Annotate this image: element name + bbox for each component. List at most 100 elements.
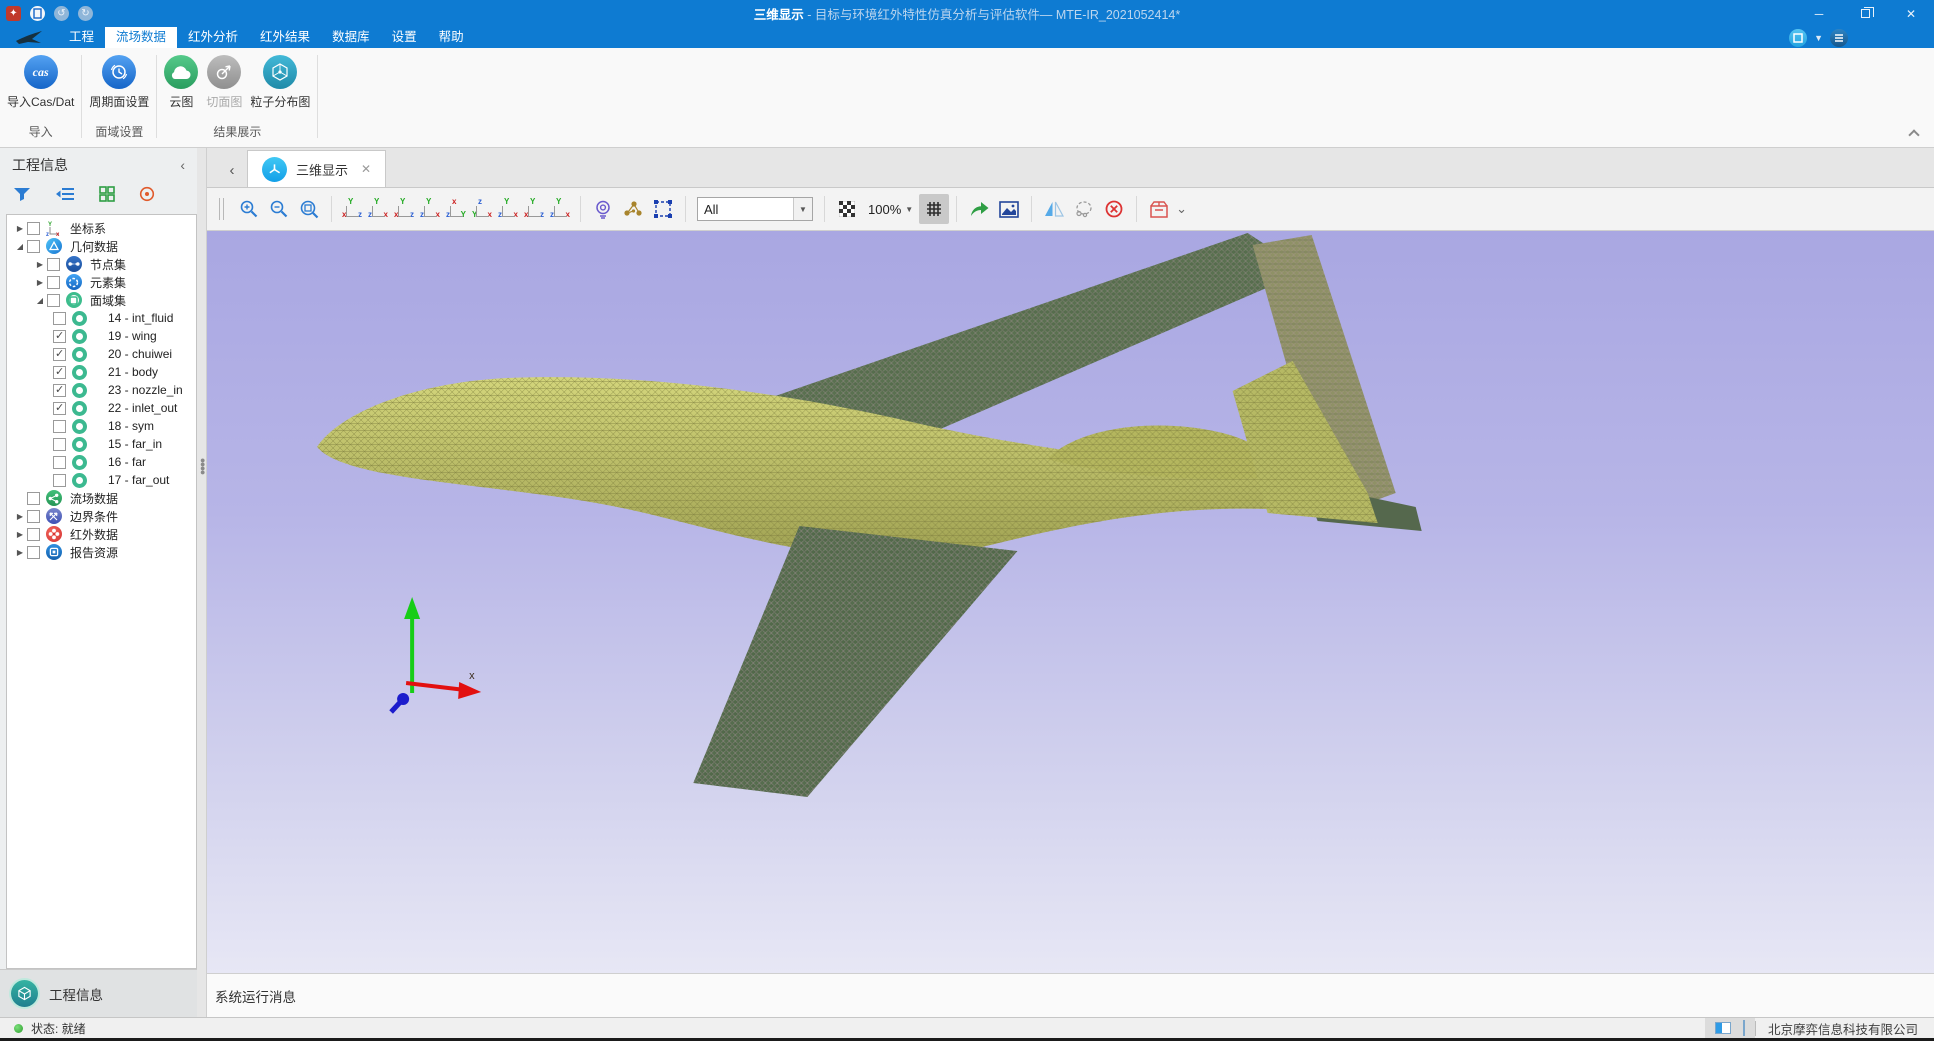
tree-item-element-set[interactable]: ▶元素集: [7, 273, 196, 291]
redo-icon[interactable]: ↻: [78, 6, 93, 21]
tree-item-node-set[interactable]: ▶节点集: [7, 255, 196, 273]
panel-splitter[interactable]: ●●●●: [197, 148, 207, 1017]
system-message-panel[interactable]: 系统运行消息: [207, 973, 1934, 1017]
tree-item-coordinate-system[interactable]: ▶Yzx坐标系: [7, 219, 196, 237]
light-source-button[interactable]: [588, 194, 618, 224]
menu-infrared-results[interactable]: 红外结果: [249, 27, 321, 48]
tree-checkbox[interactable]: [27, 492, 40, 505]
menu-help[interactable]: 帮助: [428, 27, 475, 48]
tree-checkbox[interactable]: [27, 222, 40, 235]
panel-collapse-icon[interactable]: ‹: [180, 157, 185, 173]
dropdown-caret-icon[interactable]: ▼: [793, 198, 812, 220]
tree-checkbox[interactable]: [53, 438, 66, 451]
tree-checkbox[interactable]: [53, 456, 66, 469]
locate-target-icon[interactable]: [139, 186, 155, 207]
tree-item-geometry-data[interactable]: ◢几何数据: [7, 237, 196, 255]
package-caret-icon[interactable]: ⌄: [1176, 201, 1187, 217]
dropdown-caret-icon[interactable]: ▼: [1814, 33, 1823, 43]
tree-checkbox[interactable]: [53, 474, 66, 487]
tree-checkbox[interactable]: [47, 294, 60, 307]
window-restore-button[interactable]: [1842, 0, 1888, 27]
checker-button[interactable]: [832, 194, 862, 224]
tree-item-report-resources[interactable]: ▶报告资源: [7, 543, 196, 561]
tree-expand-icon[interactable]: ▶: [33, 260, 47, 269]
tab-3d-view[interactable]: 三维显示 ✕: [247, 150, 386, 187]
tree-item-surface-16-far[interactable]: 16 - far: [7, 453, 196, 471]
zoom-fit-button[interactable]: [294, 194, 324, 224]
view-iso-1-button[interactable]: Yzx: [495, 197, 521, 221]
tree-checkbox[interactable]: [47, 276, 60, 289]
tab-scroll-left-icon[interactable]: ‹: [217, 162, 247, 187]
display-filter-dropdown[interactable]: All▼: [697, 197, 813, 221]
menu-database[interactable]: 数据库: [321, 27, 381, 48]
tree-item-surface-21-body[interactable]: 21 - body: [7, 363, 196, 381]
contour-map-button[interactable]: 云图: [160, 55, 202, 110]
tree-expand-icon[interactable]: ◢: [33, 296, 47, 305]
tree-item-flow-data[interactable]: 流场数据: [7, 489, 196, 507]
splitter-handle[interactable]: ●●●●: [200, 458, 205, 474]
tab-close-icon[interactable]: ✕: [361, 162, 371, 176]
undo-icon[interactable]: ↺: [54, 6, 69, 21]
lasso-button[interactable]: [1069, 194, 1099, 224]
menu-settings[interactable]: 设置: [381, 27, 428, 48]
style-light-icon[interactable]: [1789, 29, 1807, 47]
group-grid-icon[interactable]: [99, 186, 115, 207]
view-back-button[interactable]: Yzx: [365, 197, 391, 221]
viewport-3d[interactable]: x: [207, 231, 1934, 973]
window-close-button[interactable]: ✕: [1888, 0, 1934, 27]
menu-project[interactable]: 工程: [58, 27, 105, 48]
tree-checkbox[interactable]: [53, 366, 66, 379]
tree-checkbox[interactable]: [27, 546, 40, 559]
view-iso-3-button[interactable]: Yzx: [547, 197, 573, 221]
select-box-button[interactable]: [648, 194, 678, 224]
grid-button[interactable]: [919, 194, 949, 224]
tree-checkbox[interactable]: [27, 240, 40, 253]
delete-button[interactable]: [1099, 194, 1129, 224]
tree-item-surface-15-far-in[interactable]: 15 - far_in: [7, 435, 196, 453]
filter-icon[interactable]: [13, 186, 31, 207]
app-icon[interactable]: ✦: [6, 6, 21, 21]
toolbar-drag-handle[interactable]: [219, 198, 224, 220]
package-button[interactable]: [1144, 194, 1174, 224]
tree-checkbox[interactable]: [53, 420, 66, 433]
tree-item-face-set[interactable]: ◢面域集: [7, 291, 196, 309]
aircraft-mesh-model[interactable]: x: [207, 231, 1934, 973]
view-right-button[interactable]: Yzx: [417, 197, 443, 221]
tree-checkbox[interactable]: [53, 384, 66, 397]
tree-expand-icon[interactable]: ▶: [13, 224, 27, 233]
project-panel-tab[interactable]: 工程信息: [0, 969, 197, 1017]
view-bottom-button[interactable]: zYx: [469, 197, 495, 221]
tree-item-surface-17-far-out[interactable]: 17 - far_out: [7, 471, 196, 489]
zoom-level-dropdown[interactable]: 100%▼: [862, 202, 919, 217]
tree-checkbox[interactable]: [27, 528, 40, 541]
tree-checkbox[interactable]: [53, 312, 66, 325]
ribbon-collapse-icon[interactable]: [1908, 129, 1919, 140]
view-front-button[interactable]: Yxz: [339, 197, 365, 221]
tree-item-boundary-conditions[interactable]: ▶边界条件: [7, 507, 196, 525]
menu-infrared-analysis[interactable]: 红外分析: [177, 27, 249, 48]
tree-expand-icon[interactable]: ▶: [33, 278, 47, 287]
zoom-in-button[interactable]: [234, 194, 264, 224]
filter-list-icon[interactable]: [55, 187, 75, 206]
style-dark-icon[interactable]: [1830, 29, 1848, 47]
tree-checkbox[interactable]: [27, 510, 40, 523]
tree-item-surface-22-inlet-out[interactable]: 22 - inlet_out: [7, 399, 196, 417]
window-minimize-button[interactable]: ─: [1796, 0, 1842, 27]
tree-checkbox[interactable]: [53, 348, 66, 361]
molecule-button[interactable]: [618, 194, 648, 224]
tree-checkbox[interactable]: [53, 330, 66, 343]
tree-checkbox[interactable]: [53, 402, 66, 415]
particle-distribution-map-button[interactable]: 粒子分布图: [246, 55, 314, 110]
menu-flow-field-data[interactable]: 流场数据: [105, 27, 177, 48]
layout-left-panel-icon[interactable]: [1715, 1022, 1731, 1034]
tree-item-surface-14-int-fluid[interactable]: 14 - int_fluid: [7, 309, 196, 327]
layout-bottom-panel-icon[interactable]: [1743, 1021, 1745, 1035]
tree-expand-icon[interactable]: ▶: [13, 530, 27, 539]
zoom-out-button[interactable]: [264, 194, 294, 224]
tree-expand-icon[interactable]: ▶: [13, 548, 27, 557]
tree-checkbox[interactable]: [47, 258, 60, 271]
tree-item-surface-18-sym[interactable]: 18 - sym: [7, 417, 196, 435]
view-left-button[interactable]: Yxz: [391, 197, 417, 221]
tree-item-surface-20-chuiwei[interactable]: 20 - chuiwei: [7, 345, 196, 363]
tree-expand-icon[interactable]: ◢: [13, 242, 27, 251]
